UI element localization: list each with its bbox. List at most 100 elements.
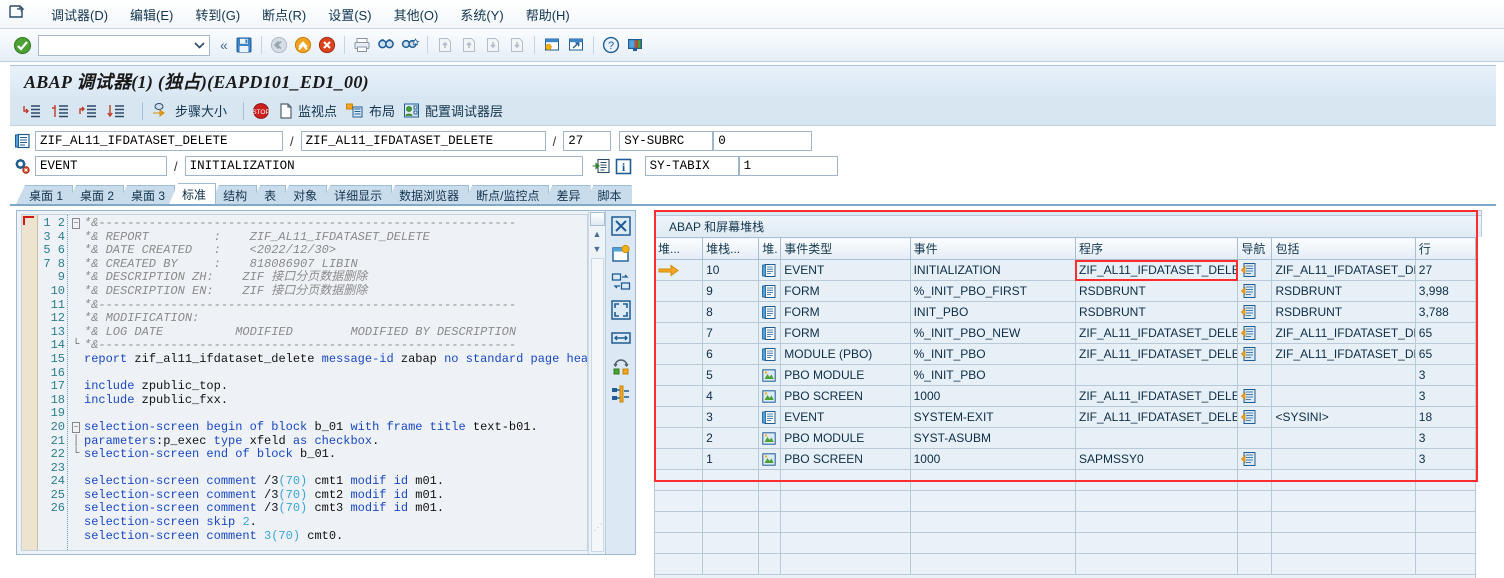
table-row[interactable]: 8 FORM INIT_PBO RSDBRUNT RSDBRUNT 3,788 — [653, 301, 1477, 323]
tab-desktop-2[interactable]: 桌面 2 — [67, 185, 125, 204]
line-cell[interactable]: 3,998 — [1414, 280, 1477, 302]
print-icon[interactable] — [351, 34, 373, 56]
toggle-services-icon[interactable] — [610, 355, 632, 377]
sy-tabix-value[interactable]: 1 — [738, 156, 838, 176]
event-cell[interactable]: INIT_PBO — [909, 301, 1076, 323]
program-cell[interactable]: ZIF_AL11_IFDATASET_DELE.. — [1074, 385, 1239, 407]
table-row[interactable]: 5 PBO MODULE %_INIT_PBO 3 — [653, 364, 1477, 386]
navigation-icon[interactable] — [1237, 385, 1273, 407]
menu-item-help[interactable]: 帮助(H) — [515, 3, 581, 26]
single-step-button[interactable] — [22, 102, 42, 120]
scroll-up-icon[interactable]: ▲ — [590, 226, 605, 241]
program-cell[interactable]: ZIF_AL11_IFDATASET_DELE.. — [1074, 406, 1239, 428]
table-row-empty[interactable] — [653, 553, 1477, 575]
include-cell[interactable] — [1271, 448, 1416, 470]
tab-desktop-3[interactable]: 桌面 3 — [118, 185, 176, 204]
event-type-cell[interactable]: EVENT — [780, 259, 911, 281]
event-type-cell[interactable]: PBO MODULE — [780, 364, 911, 386]
table-row[interactable]: 6 MODULE (PBO) %_INIT_PBO ZIF_AL11_IFDATASE… — [653, 343, 1477, 365]
menu-item-system[interactable]: 系统(Y) — [449, 3, 514, 26]
col-include[interactable]: 包括 — [1271, 237, 1416, 260]
col-event-type[interactable]: 事件类型 — [780, 237, 911, 260]
line-cell[interactable]: 3 — [1414, 385, 1477, 407]
include-cell[interactable] — [1271, 427, 1416, 449]
chevron-down-icon[interactable] — [194, 41, 205, 49]
table-row[interactable]: 9 FORM %_INIT_PBO_FIRST RSDBRUNT RSDBRUNT 3,9… — [653, 280, 1477, 302]
include-cell[interactable]: ZIF_AL11_IFDATASET_DELE.. — [1271, 322, 1416, 344]
stack-level-cell[interactable]: 1 — [702, 448, 760, 470]
event-name-field[interactable]: INITIALIZATION — [184, 156, 583, 176]
next-page-icon[interactable] — [482, 34, 504, 56]
program-cell[interactable]: ZIF_AL11_IFDATASET_DELE.. — [1074, 322, 1239, 344]
scrollbar-track[interactable]: ⋰ — [590, 258, 604, 552]
table-row-empty[interactable] — [653, 490, 1477, 512]
current-line-field[interactable]: 27 — [563, 131, 612, 151]
tools-settings-icon[interactable] — [610, 383, 632, 405]
program-icon[interactable] — [12, 132, 32, 150]
program-cell[interactable] — [1074, 364, 1239, 386]
include-cell[interactable] — [1271, 385, 1416, 407]
include-cell[interactable]: RSDBRUNT — [1271, 280, 1416, 302]
sap-gui-menu-icon[interactable] — [8, 4, 30, 24]
table-row-empty[interactable] — [653, 469, 1477, 491]
navigation-icon[interactable] — [1237, 259, 1273, 281]
tab-diff[interactable]: 差异 — [543, 185, 591, 204]
tab-standard[interactable]: 标准 — [169, 183, 217, 204]
stack-level-cell[interactable]: 4 — [702, 385, 760, 407]
program-cell[interactable]: ZIF_AL11_IFDATASET_DELE.. — [1074, 259, 1239, 281]
stack-level-cell[interactable]: 10 — [702, 259, 760, 281]
first-page-icon[interactable] — [434, 34, 456, 56]
enter-check-icon[interactable] — [11, 34, 33, 56]
stack-level-cell[interactable]: 6 — [702, 343, 760, 365]
navigation-icon[interactable] — [1237, 322, 1273, 344]
line-cell[interactable]: 3 — [1414, 448, 1477, 470]
line-cell[interactable]: 65 — [1414, 322, 1477, 344]
navigation-icon[interactable] — [1237, 280, 1273, 302]
line-cell[interactable]: 3 — [1414, 427, 1477, 449]
table-row[interactable]: 3 EVENT SYSTEM-EXIT ZIF_AL11_IFDATASET_DELE… — [653, 406, 1477, 428]
event-type-cell[interactable]: FORM — [780, 280, 911, 302]
continue-button[interactable] — [106, 102, 126, 120]
table-row[interactable]: 2 PBO MODULE SYST-ASUBM 3 — [653, 427, 1477, 449]
cancel-icon[interactable] — [316, 34, 338, 56]
tab-data-browser[interactable]: 数据浏览器 — [386, 185, 470, 204]
program-cell[interactable]: RSDBRUNT — [1074, 280, 1239, 302]
event-cell[interactable]: %_INIT_PBO — [909, 364, 1076, 386]
event-type-cell[interactable]: FORM — [780, 322, 911, 344]
layout-button[interactable]: 布局 — [345, 101, 395, 120]
col-stack-pointer[interactable]: 堆... — [653, 237, 704, 260]
table-row[interactable]: 7 FORM %_INIT_PBO_NEW ZIF_AL11_IFDATASET_DE… — [653, 322, 1477, 344]
menu-item-debugger[interactable]: 调试器(D) — [40, 3, 119, 26]
include-name-field[interactable]: ZIF_AL11_IFDATASET_DELETE — [300, 131, 546, 151]
stack-level-cell[interactable]: 7 — [702, 322, 760, 344]
table-row-empty[interactable] — [653, 511, 1477, 533]
tab-desktop-1[interactable]: 桌面 1 — [16, 185, 74, 204]
navigation-icon[interactable] — [1237, 448, 1273, 470]
resize-grip-icon[interactable]: ⋰ — [594, 522, 603, 533]
source-code-text[interactable]: *&--------------------------------------… — [84, 215, 587, 550]
previous-page-icon[interactable] — [458, 34, 480, 56]
command-field[interactable] — [38, 34, 210, 56]
stack-level-cell[interactable]: 8 — [702, 301, 760, 323]
event-type-cell[interactable]: FORM — [780, 301, 911, 323]
col-navigation[interactable]: 导航 — [1237, 237, 1273, 260]
program-cell[interactable] — [1074, 427, 1239, 449]
event-cell[interactable]: %_INIT_PBO_NEW — [909, 322, 1076, 344]
table-row[interactable]: 10 EVENT INITIALIZATION ZIF_AL11_IFDATASET_… — [653, 259, 1477, 281]
stack-level-cell[interactable]: 2 — [702, 427, 760, 449]
watchpoint-button[interactable]: 监视点 — [278, 101, 337, 120]
tab-object[interactable]: 对象 — [280, 185, 328, 204]
program-cell[interactable]: ZIF_AL11_IFDATASET_DELE.. — [1074, 343, 1239, 365]
maximize-icon[interactable] — [610, 299, 632, 321]
col-line[interactable]: 行 — [1414, 237, 1477, 260]
line-cell[interactable]: 65 — [1414, 343, 1477, 365]
goto-statement-icon[interactable] — [591, 157, 611, 175]
event-type-cell[interactable]: PBO SCREEN — [780, 385, 911, 407]
tab-script[interactable]: 脚本 — [584, 185, 632, 204]
event-cell[interactable]: 1000 — [909, 385, 1076, 407]
program-cell[interactable]: RSDBRUNT — [1074, 301, 1239, 323]
tab-structure[interactable]: 结构 — [210, 185, 258, 204]
line-cell[interactable]: 18 — [1414, 406, 1477, 428]
exit-icon[interactable] — [292, 34, 314, 56]
navigation-icon[interactable] — [1237, 343, 1273, 365]
